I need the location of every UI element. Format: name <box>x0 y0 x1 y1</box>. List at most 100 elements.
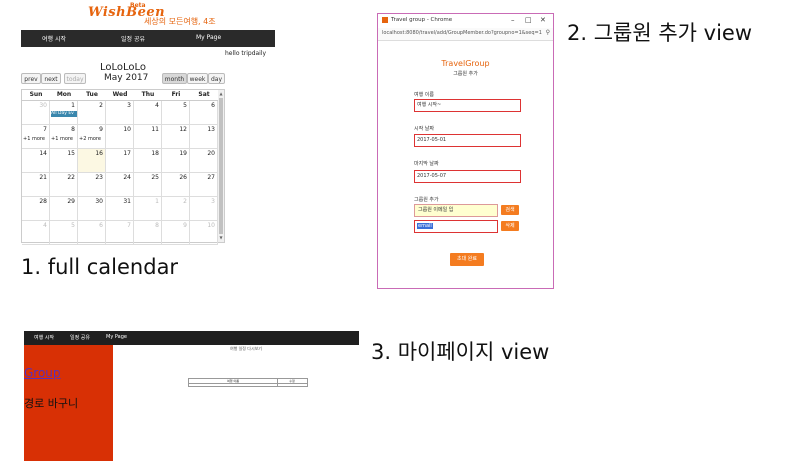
day-number[interactable]: 12 <box>179 126 187 133</box>
calendar-day-cell[interactable]: 11 <box>134 125 162 149</box>
calendar-day-cell[interactable]: 17 <box>106 149 134 173</box>
day-number[interactable]: 15 <box>67 150 75 157</box>
calendar-day-cell[interactable]: 10 <box>190 221 218 245</box>
day-number[interactable]: 6 <box>99 222 103 229</box>
calendar-day-cell[interactable]: 14 <box>22 149 50 173</box>
day-number[interactable]: 1 <box>71 102 75 109</box>
day-number[interactable]: 18 <box>151 150 159 157</box>
day-number[interactable]: 10 <box>123 126 131 133</box>
day-number[interactable]: 2 <box>99 102 103 109</box>
calendar-day-cell[interactable]: 8 <box>134 221 162 245</box>
day-number[interactable]: 21 <box>39 174 47 181</box>
day-number[interactable]: 24 <box>123 174 131 181</box>
close-icon[interactable]: ✕ <box>540 16 546 24</box>
calendar-day-cell[interactable]: 15 <box>50 149 78 173</box>
day-number[interactable]: 8 <box>155 222 159 229</box>
invite-complete-button[interactable]: 초대 완료 <box>450 253 484 266</box>
day-number[interactable]: 4 <box>43 222 47 229</box>
member-email-input[interactable]: 그룹원 이메일 입 <box>414 204 498 217</box>
url-text[interactable]: localhost:8080/travel/add/GroupMember.do… <box>382 30 542 36</box>
calendar-day-cell[interactable]: 4 <box>134 101 162 125</box>
search-icon[interactable]: ⚲ <box>546 29 550 36</box>
calendar-day-cell[interactable]: 6 <box>190 101 218 125</box>
calendar-day-cell[interactable]: 9 <box>162 221 190 245</box>
day-number[interactable]: 20 <box>207 150 215 157</box>
calendar-day-cell[interactable]: 2 <box>162 197 190 221</box>
calendar-day-cell[interactable]: 2 <box>78 101 106 125</box>
more-events-link[interactable]: +2 more <box>79 136 101 142</box>
day-number[interactable]: 7 <box>43 126 47 133</box>
maximize-icon[interactable]: □ <box>525 16 532 24</box>
calendar-day-cell[interactable]: 13 <box>190 125 218 149</box>
today-button[interactable]: today <box>64 73 86 84</box>
day-number[interactable]: 8 <box>71 126 75 133</box>
day-number[interactable]: 14 <box>39 150 47 157</box>
day-number[interactable]: 28 <box>39 198 47 205</box>
member-email-input-2[interactable]: email <box>414 220 498 233</box>
day-number[interactable]: 11 <box>151 126 159 133</box>
day-number[interactable]: 5 <box>71 222 75 229</box>
scroll-up-arrow[interactable]: ▲ <box>218 91 224 96</box>
calendar-day-cell[interactable]: 7 +1 more <box>22 125 50 149</box>
calendar-day-cell[interactable]: 29 <box>50 197 78 221</box>
calendar-day-cell[interactable]: 21 <box>22 173 50 197</box>
nav-mypage[interactable]: My Page <box>106 334 127 340</box>
day-number[interactable]: 3 <box>211 198 215 205</box>
start-date-field[interactable]: 2017-05-01 <box>414 134 521 147</box>
route-basket-link[interactable]: 경로 바구니 <box>24 395 78 411</box>
day-number[interactable]: 17 <box>123 150 131 157</box>
day-number[interactable]: 25 <box>151 174 159 181</box>
trip-name-field[interactable]: 여행 시작~ <box>414 99 521 112</box>
calendar-day-cell[interactable]: 5 <box>50 221 78 245</box>
day-number[interactable]: 9 <box>99 126 103 133</box>
nav-start-trip[interactable]: 여행 시작 <box>42 34 66 43</box>
more-events-link[interactable]: +1 more <box>51 136 73 142</box>
day-number[interactable]: 3 <box>127 102 131 109</box>
nav-start-trip[interactable]: 여행 시작 <box>34 334 54 341</box>
day-number[interactable]: 4 <box>155 102 159 109</box>
nav-share-schedule[interactable]: 일정 공유 <box>121 34 145 43</box>
next-button[interactable]: next <box>41 73 61 84</box>
calendar-day-cell[interactable]: 8 +1 more <box>50 125 78 149</box>
calendar-day-cell[interactable]: 12 <box>162 125 190 149</box>
calendar-day-cell[interactable]: 31 <box>106 197 134 221</box>
day-number[interactable]: 7 <box>127 222 131 229</box>
day-number[interactable]: 30 <box>95 198 103 205</box>
calendar-day-cell[interactable]: 25 <box>134 173 162 197</box>
calendar-day-cell[interactable]: 3 <box>190 197 218 221</box>
calendar-day-cell[interactable]: 4 <box>22 221 50 245</box>
scrollbar-thumb[interactable] <box>219 98 223 234</box>
day-number[interactable]: 30 <box>39 102 47 109</box>
calendar-day-cell[interactable]: 23 <box>78 173 106 197</box>
day-number[interactable]: 10 <box>207 222 215 229</box>
calendar-day-cell[interactable]: 10 <box>106 125 134 149</box>
calendar-day-cell[interactable]: 24 <box>106 173 134 197</box>
day-number[interactable]: 22 <box>67 174 75 181</box>
day-number[interactable]: 26 <box>179 174 187 181</box>
calendar-day-cell[interactable]: 26 <box>162 173 190 197</box>
calendar-day-cell[interactable]: 18 <box>134 149 162 173</box>
calendar-day-cell[interactable]: 1 All Day Ev <box>50 101 78 125</box>
calendar-day-cell[interactable]: 6 <box>78 221 106 245</box>
nav-mypage[interactable]: My Page <box>196 34 221 41</box>
calendar-day-cell[interactable]: 19 <box>162 149 190 173</box>
calendar-day-cell[interactable]: 9 +2 more <box>78 125 106 149</box>
end-date-field[interactable]: 2017-05-07 <box>414 170 521 183</box>
group-link[interactable]: Group <box>24 366 61 380</box>
calendar-day-cell[interactable]: 5 <box>162 101 190 125</box>
calendar-day-cell[interactable]: 3 <box>106 101 134 125</box>
calendar-day-cell[interactable]: 27 <box>190 173 218 197</box>
day-number[interactable]: 9 <box>183 222 187 229</box>
calendar-day-cell[interactable]: 22 <box>50 173 78 197</box>
main-content-link[interactable]: 여행 일정 다시보기 <box>230 346 262 352</box>
day-number[interactable]: 27 <box>207 174 215 181</box>
calendar-scrollbar[interactable]: ▲ ▼ <box>218 90 224 242</box>
day-number[interactable]: 31 <box>123 198 131 205</box>
day-number[interactable]: 23 <box>95 174 103 181</box>
more-events-link[interactable]: +1 more <box>23 136 45 142</box>
prev-button[interactable]: prev <box>21 73 41 84</box>
day-number[interactable]: 29 <box>67 198 75 205</box>
delete-member-button[interactable]: 삭제 <box>501 221 519 231</box>
scroll-down-arrow[interactable]: ▼ <box>218 235 224 240</box>
address-bar[interactable]: localhost:8080/travel/add/GroupMember.do… <box>378 28 553 41</box>
